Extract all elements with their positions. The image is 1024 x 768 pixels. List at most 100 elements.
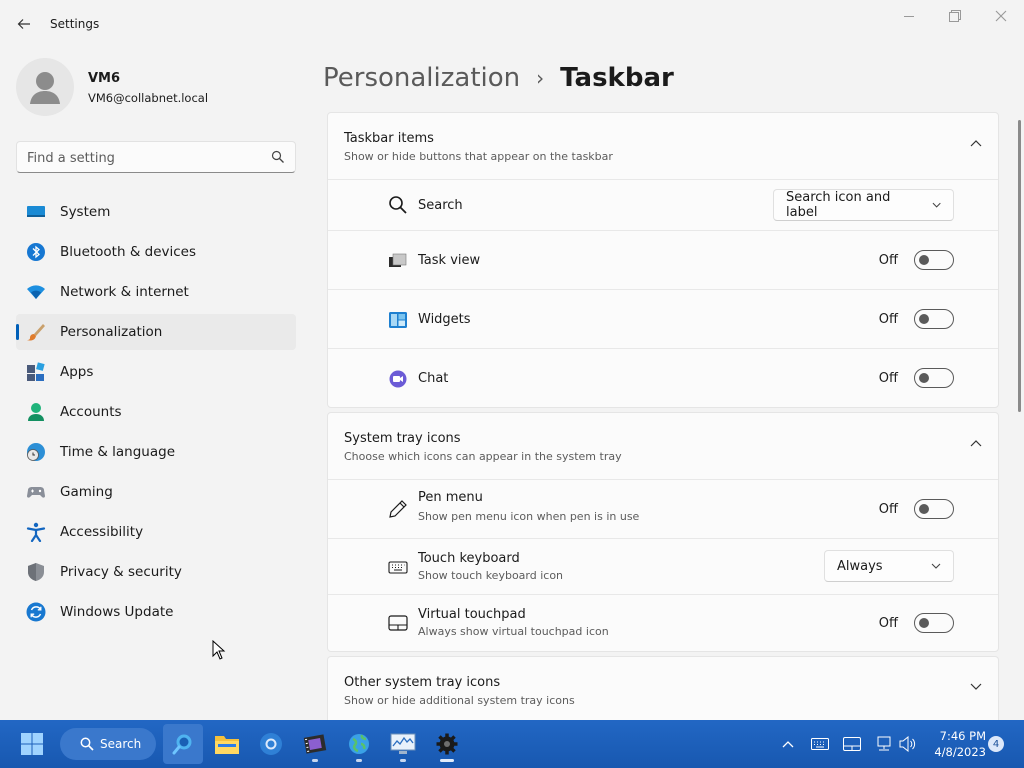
system-icon bbox=[27, 206, 45, 217]
touchpad-icon bbox=[843, 737, 861, 751]
sidebar-item-network[interactable]: Network & internet bbox=[16, 274, 296, 310]
search-row: Search Search icon and label bbox=[328, 179, 998, 230]
show-hidden-icons-button[interactable] bbox=[778, 734, 798, 754]
system-tray-header[interactable]: System tray icons Choose which icons can… bbox=[328, 413, 998, 479]
taskbar-app-performance-monitor[interactable] bbox=[383, 724, 423, 764]
title-bar: Settings bbox=[0, 0, 1024, 48]
avatar bbox=[16, 58, 74, 116]
sidebar-item-privacy[interactable]: Privacy & security bbox=[16, 554, 296, 590]
start-button[interactable] bbox=[12, 724, 52, 764]
person-icon bbox=[30, 72, 60, 104]
dropdown-value: Always bbox=[837, 558, 883, 574]
virtual-touchpad-toggle[interactable] bbox=[914, 613, 954, 633]
toggle-state: Off bbox=[878, 311, 898, 327]
taskbar-app-network-globe[interactable] bbox=[339, 724, 379, 764]
chevron-down-icon bbox=[970, 683, 982, 690]
sidebar-item-time-language[interactable]: Time & language bbox=[16, 434, 296, 470]
settings-search[interactable] bbox=[16, 141, 296, 173]
chat-toggle-group: Off bbox=[879, 368, 954, 388]
task-view-toggle[interactable] bbox=[914, 250, 954, 270]
taskbar-items-header[interactable]: Taskbar items Show or hide buttons that … bbox=[328, 113, 998, 179]
other-tray-section[interactable]: Other system tray icons Show or hide add… bbox=[327, 656, 999, 720]
chat-row: Chat Off bbox=[328, 348, 998, 407]
monitor-chart-icon bbox=[390, 733, 416, 754]
chat-icon bbox=[389, 370, 407, 388]
minimize-button[interactable] bbox=[886, 6, 932, 26]
clock-time: 7:46 PM bbox=[939, 729, 986, 743]
maximize-button[interactable] bbox=[932, 6, 978, 26]
folder-icon bbox=[215, 736, 239, 754]
sidebar-item-label: Windows Update bbox=[60, 604, 174, 620]
sidebar-item-gaming[interactable]: Gaming bbox=[16, 474, 296, 510]
taskbar-clock[interactable]: 7:46 PM 4/8/2023 bbox=[930, 728, 986, 760]
search-icon bbox=[389, 196, 407, 214]
section-title: Other system tray icons bbox=[344, 675, 501, 690]
taskbar-app-search[interactable] bbox=[163, 724, 203, 764]
pen-icon bbox=[389, 500, 407, 518]
breadcrumb: Personalization › Taskbar bbox=[323, 58, 674, 98]
keyboard-icon bbox=[811, 738, 829, 750]
widgets-toggle-group: Off bbox=[879, 309, 954, 329]
row-label: Touch keyboard bbox=[418, 551, 520, 566]
row-label: Search bbox=[418, 198, 463, 213]
taskbar-app-file-explorer[interactable] bbox=[207, 724, 247, 764]
touchpad-icon bbox=[388, 615, 408, 631]
notification-badge[interactable]: 4 bbox=[988, 736, 1004, 752]
taskbar-app-settings[interactable] bbox=[427, 724, 467, 764]
task-view-toggle-group: Off bbox=[879, 250, 954, 270]
chevron-up-icon[interactable] bbox=[970, 439, 982, 447]
section-subtitle: Show or hide additional system tray icon… bbox=[344, 694, 575, 707]
back-button[interactable] bbox=[12, 12, 36, 36]
tray-network-button[interactable] bbox=[874, 734, 894, 754]
sidebar-item-label: Accessibility bbox=[60, 524, 144, 540]
tray-touchpad-button[interactable] bbox=[842, 734, 862, 754]
search-mode-dropdown[interactable]: Search icon and label bbox=[773, 189, 954, 221]
user-profile[interactable]: VM6 VM6@collabnet.local bbox=[16, 58, 296, 118]
pen-menu-toggle[interactable] bbox=[914, 499, 954, 519]
minimize-icon bbox=[904, 16, 914, 17]
globe-icon bbox=[349, 734, 369, 754]
shield-icon bbox=[28, 563, 44, 581]
widgets-toggle[interactable] bbox=[914, 309, 954, 329]
user-email: VM6@collabnet.local bbox=[88, 91, 209, 105]
sidebar-item-personalization[interactable]: Personalization bbox=[16, 314, 296, 350]
film-icon bbox=[303, 734, 327, 754]
chevron-up-icon[interactable] bbox=[970, 139, 982, 147]
toggle-state: Off bbox=[878, 501, 898, 517]
touch-keyboard-dropdown[interactable]: Always bbox=[824, 550, 954, 582]
tray-volume-button[interactable] bbox=[898, 734, 918, 754]
mouse-cursor-icon bbox=[212, 640, 226, 660]
network-icon bbox=[877, 736, 891, 751]
sidebar-item-accounts[interactable]: Accounts bbox=[16, 394, 296, 430]
section-subtitle: Show or hide buttons that appear on the … bbox=[344, 150, 613, 163]
browser-icon bbox=[260, 733, 282, 755]
apps-icon bbox=[27, 362, 45, 381]
close-button[interactable] bbox=[978, 6, 1024, 26]
taskbar-app-browser[interactable] bbox=[251, 724, 291, 764]
sidebar-item-label: Time & language bbox=[60, 444, 176, 460]
sidebar-item-accessibility[interactable]: Accessibility bbox=[16, 514, 296, 550]
scrollbar[interactable] bbox=[1018, 120, 1021, 412]
row-label: Task view bbox=[418, 253, 481, 268]
sidebar-item-label: Privacy & security bbox=[60, 564, 182, 580]
windows-logo-icon bbox=[21, 733, 43, 755]
pen-menu-toggle-group: Off bbox=[879, 499, 954, 519]
search-input[interactable] bbox=[27, 148, 257, 168]
taskbar-app-media[interactable] bbox=[295, 724, 335, 764]
restore-icon bbox=[949, 10, 961, 22]
sidebar-nav: System Bluetooth & devices Network & int… bbox=[16, 194, 296, 634]
sidebar-item-windows-update[interactable]: Windows Update bbox=[16, 594, 296, 630]
chat-toggle[interactable] bbox=[914, 368, 954, 388]
controller-icon bbox=[27, 487, 45, 498]
taskbar-search[interactable]: Search bbox=[60, 728, 156, 760]
row-label: Pen menu bbox=[418, 490, 483, 505]
taskbar-items-section: Taskbar items Show or hide buttons that … bbox=[327, 112, 999, 408]
breadcrumb-parent[interactable]: Personalization bbox=[323, 63, 520, 93]
back-arrow-icon bbox=[17, 19, 30, 29]
sidebar-item-bluetooth[interactable]: Bluetooth & devices bbox=[16, 234, 296, 270]
toggle-state: Off bbox=[878, 252, 898, 268]
sidebar-item-system[interactable]: System bbox=[16, 194, 296, 230]
sidebar-item-apps[interactable]: Apps bbox=[16, 354, 296, 390]
section-title: System tray icons bbox=[344, 431, 461, 446]
tray-keyboard-button[interactable] bbox=[810, 734, 830, 754]
